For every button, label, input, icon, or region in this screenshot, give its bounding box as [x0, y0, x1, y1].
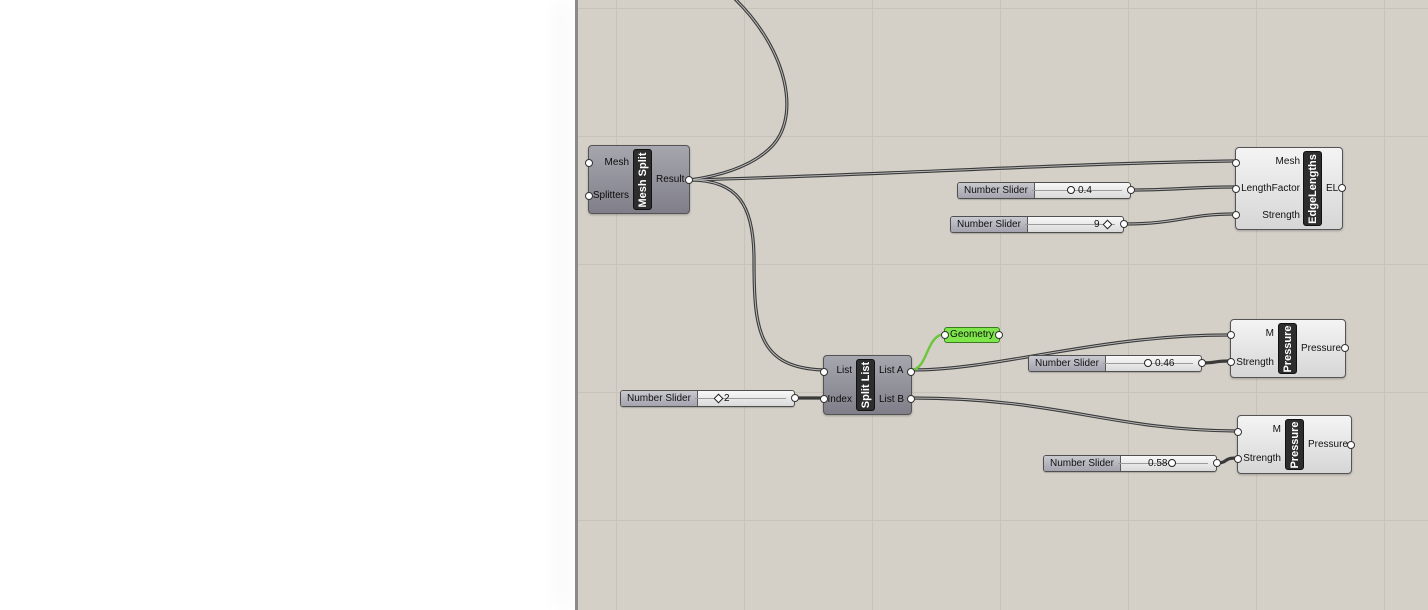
- strength-slider-el[interactable]: Number Slider 9: [950, 216, 1128, 233]
- geometry-input-grip[interactable]: [941, 331, 949, 339]
- slider-knob[interactable]: [1144, 359, 1152, 367]
- slider-output-grip[interactable]: [791, 394, 799, 402]
- list-input-label: List: [836, 364, 852, 376]
- geometry-label: Geometry: [950, 329, 994, 340]
- slider-output-grip[interactable]: [1120, 220, 1128, 228]
- slider-value: 2: [724, 393, 730, 404]
- slider-label: Number Slider: [1044, 456, 1121, 471]
- pressure1-output-grip[interactable]: [1341, 344, 1349, 352]
- el-output-grip[interactable]: [1338, 184, 1346, 192]
- el-mesh-input-label: Mesh: [1275, 155, 1300, 167]
- el-strength-input-label: Strength: [1262, 209, 1300, 221]
- slider-label: Number Slider: [621, 391, 698, 406]
- splitters-input-label: Splitters: [592, 190, 629, 202]
- el-mesh-grip[interactable]: [1232, 159, 1240, 167]
- el-strength-grip[interactable]: [1232, 211, 1240, 219]
- wires-layer: [586, 0, 1238, 465]
- wire-result-to-split-list: [688, 178, 826, 372]
- wire-lista-to-geometry: [911, 332, 945, 372]
- geometry-output-grip[interactable]: [995, 331, 1003, 339]
- pressure2-strength-label: Strength: [1243, 452, 1281, 464]
- pressure2-m-label: M: [1272, 424, 1281, 436]
- slider-knob[interactable]: [1102, 219, 1113, 230]
- lista-output-label: List A: [879, 364, 904, 376]
- pressure2-output-grip[interactable]: [1347, 441, 1355, 449]
- strength-slider-p2[interactable]: Number Slider 0.58: [1043, 455, 1221, 472]
- slider-output-grip[interactable]: [1127, 186, 1135, 194]
- listb-output-label: List B: [879, 393, 905, 405]
- wire-top-to-mesh-split: [688, 0, 789, 182]
- split-list-component[interactable]: List Index Split List List A List B: [820, 355, 915, 415]
- split-list-title: Split List: [856, 359, 875, 411]
- mesh-right-half: [274, 83, 483, 499]
- slider-label: Number Slider: [1029, 356, 1106, 371]
- slider-value: 0.46: [1155, 358, 1175, 369]
- wire-listb-to-pressure2: [910, 396, 1238, 433]
- index-input-grip[interactable]: [820, 395, 828, 403]
- lista-output-grip[interactable]: [907, 368, 915, 376]
- slider-label: Number Slider: [958, 183, 1035, 198]
- el-lengthfactor-grip[interactable]: [1232, 185, 1240, 193]
- mesh-outline: [65, 83, 484, 499]
- edgelengths-component[interactable]: Mesh LengthFactor Strength EdgeLengths E…: [1232, 147, 1346, 230]
- result-output-label: Result: [656, 173, 685, 185]
- pressure-component-1[interactable]: M Strength Pressure Pressure: [1227, 319, 1349, 378]
- grasshopper-canvas[interactable]: Mesh Splitters Mesh Split Result Mesh Le…: [578, 0, 1428, 610]
- pressure1-m-grip[interactable]: [1227, 331, 1235, 339]
- slider-value: 0.58: [1148, 458, 1168, 469]
- pressure2-strength-grip[interactable]: [1234, 455, 1242, 463]
- slider-output-grip[interactable]: [1198, 359, 1206, 367]
- mesh-input-grip[interactable]: [585, 159, 593, 167]
- mesh-split-component[interactable]: Mesh Splitters Mesh Split Result: [585, 145, 693, 214]
- result-output-grip[interactable]: [685, 176, 693, 184]
- lengthfactor-slider[interactable]: Number Slider 0.4: [957, 182, 1135, 199]
- listb-output-grip[interactable]: [907, 395, 915, 403]
- splitters-input-grip[interactable]: [585, 192, 593, 200]
- pressure1-strength-label: Strength: [1236, 356, 1274, 368]
- pressure1-m-label: M: [1265, 328, 1274, 340]
- geometry-param[interactable]: Geometry: [941, 327, 1003, 343]
- slider-knob[interactable]: [713, 393, 724, 404]
- slider-knob[interactable]: [1067, 186, 1075, 194]
- pressure-component-2[interactable]: M Strength Pressure Pressure: [1234, 415, 1355, 474]
- slider-output-grip[interactable]: [1213, 459, 1221, 467]
- pressure1-title: Pressure: [1278, 323, 1297, 374]
- el-output-label: EL: [1326, 182, 1339, 194]
- index-input-label: Index: [827, 393, 852, 405]
- index-slider[interactable]: Number Slider 2: [620, 390, 799, 407]
- edgelengths-title: EdgeLengths: [1303, 151, 1322, 226]
- slider-label: Number Slider: [951, 217, 1028, 232]
- mesh-preview: [65, 83, 484, 499]
- wire-strength-slider: [1122, 212, 1235, 226]
- pressure1-strength-grip[interactable]: [1227, 358, 1235, 366]
- pressure2-output-label: Pressure: [1308, 438, 1349, 450]
- pressure2-title: Pressure: [1285, 419, 1304, 470]
- list-input-grip[interactable]: [820, 368, 828, 376]
- lengthfactor-input-label: LengthFactor: [1241, 182, 1300, 194]
- slider-value: 9: [1094, 219, 1100, 230]
- mesh-input-label: Mesh: [604, 156, 629, 168]
- pressure1-output-label: Pressure: [1301, 342, 1342, 354]
- mesh-left-half: [65, 83, 274, 499]
- rhino-viewport[interactable]: [0, 0, 575, 610]
- split-mesh-shape: [66, 84, 483, 498]
- slider-knob[interactable]: [1168, 459, 1176, 467]
- slider-value: 0.4: [1078, 185, 1092, 196]
- mesh-split-title: Mesh Split: [633, 149, 652, 210]
- pressure2-m-grip[interactable]: [1234, 428, 1242, 436]
- strength-slider-p1[interactable]: Number Slider 0.46: [1028, 355, 1206, 372]
